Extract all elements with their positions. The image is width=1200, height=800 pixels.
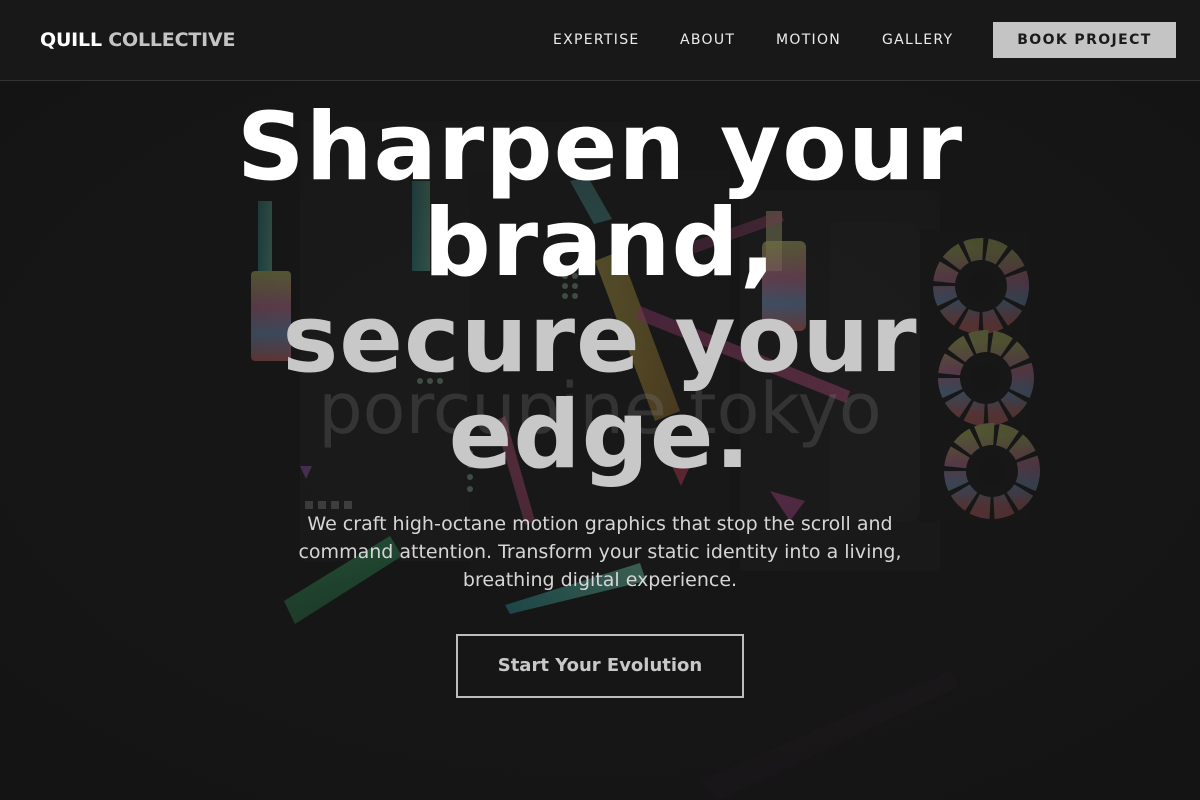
landing-page: QUILL COLLECTIVE EXPERTISE ABOUT MOTION …: [0, 0, 1200, 800]
nav-link-about[interactable]: ABOUT: [680, 31, 735, 49]
brand-logo[interactable]: QUILL COLLECTIVE: [40, 28, 235, 52]
start-evolution-button[interactable]: Start Your Evolution: [456, 634, 744, 698]
headline-line-1: Sharpen your: [236, 93, 964, 202]
headline-line-3: secure your: [282, 285, 918, 394]
book-project-button[interactable]: BOOK PROJECT: [993, 22, 1176, 58]
headline-line-2: brand,: [423, 189, 777, 298]
nav-link-motion[interactable]: MOTION: [776, 31, 841, 49]
brand-name-primary: QUILL: [40, 29, 102, 51]
hero-headline: Sharpen your brand, secure your edge.: [150, 100, 1050, 484]
headline-line-4: edge.: [448, 381, 752, 490]
nav-link-gallery[interactable]: GALLERY: [882, 31, 953, 49]
brand-name-secondary: COLLECTIVE: [108, 29, 236, 51]
hero-subtext: We craft high-octane motion graphics tha…: [298, 513, 902, 591]
site-header: QUILL COLLECTIVE EXPERTISE ABOUT MOTION …: [0, 0, 1200, 81]
nav-link-expertise[interactable]: EXPERTISE: [553, 31, 640, 49]
